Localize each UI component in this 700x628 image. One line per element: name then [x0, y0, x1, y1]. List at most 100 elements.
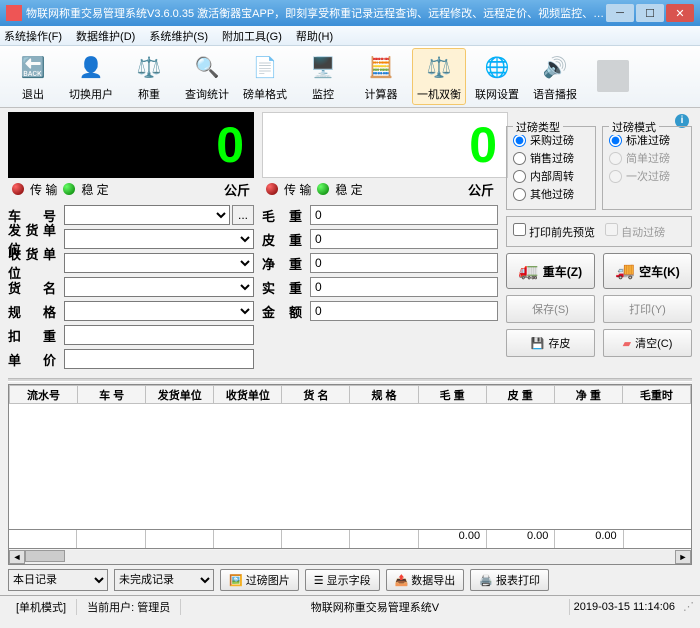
- export-icon: 📤: [395, 574, 409, 587]
- titlebar: 物联网称重交易管理系统V3.6.0.35 激活衡器宝APP，即刻享受称重记录远程…: [0, 0, 700, 26]
- app-icon: [6, 5, 22, 21]
- close-button[interactable]: ✕: [666, 4, 694, 22]
- menu-tools[interactable]: 附加工具(G): [222, 28, 282, 44]
- menu-maintain[interactable]: 系统维护(S): [149, 28, 208, 44]
- scale-icon: ⚖️: [133, 52, 165, 84]
- tb-monitor[interactable]: 🖥️监控: [296, 48, 350, 105]
- transmit-led-2: [266, 183, 278, 195]
- store-tare-button[interactable]: 💾存皮: [506, 329, 595, 357]
- dual-scale-icon: ⚖️: [423, 52, 455, 84]
- transmit-led-1: [12, 183, 24, 195]
- unit-1: 公斤: [224, 180, 250, 199]
- search-icon: 🔍: [191, 52, 223, 84]
- sender-select[interactable]: [64, 229, 254, 249]
- radio-other[interactable]: 其他过磅: [513, 185, 589, 203]
- report-button[interactable]: 🖨️报表打印: [470, 569, 549, 591]
- truck-icon: 🚛: [519, 261, 539, 281]
- radio-sale[interactable]: 销售过磅: [513, 149, 589, 167]
- image-icon: 🖼️: [229, 574, 243, 587]
- monitor-icon: 🖥️: [307, 52, 339, 84]
- minimize-button[interactable]: ─: [606, 4, 634, 22]
- left-panel: 0 传 输 稳 定 公斤 车 号... 发货单位 收货单位 货 名 规 格 扣 …: [8, 112, 254, 372]
- status-grip-icon: ⋰: [679, 600, 694, 613]
- mid-panel: 0 传 输 稳 定 公斤 毛 重0 皮 重0 净 重0 实 重0 金 额0: [262, 112, 498, 372]
- clear-button[interactable]: ▰清空(C): [603, 329, 692, 357]
- radio-once: 一次过磅: [609, 167, 685, 185]
- speaker-icon: 🔊: [539, 52, 571, 84]
- scroll-right-icon[interactable]: ►: [675, 550, 691, 564]
- tb-exit[interactable]: 🔙退出: [6, 48, 60, 105]
- radio-internal[interactable]: 内部周转: [513, 167, 589, 185]
- splitter[interactable]: [8, 378, 692, 382]
- net-value: 0: [310, 253, 498, 273]
- car-more-button[interactable]: ...: [232, 205, 254, 225]
- spec-select[interactable]: [64, 301, 254, 321]
- network-icon: 🌐: [481, 52, 513, 84]
- print-button: 打印(Y): [603, 295, 692, 323]
- heavy-button[interactable]: 🚛重车(Z): [506, 253, 595, 289]
- tb-weigh[interactable]: ⚖️称重: [122, 48, 176, 105]
- truck-empty-icon: 🚚: [615, 261, 635, 281]
- sum-row: 0.000.000.00: [8, 530, 692, 549]
- tb-format[interactable]: 📄磅单格式: [238, 48, 292, 105]
- weight-display-1: 0: [8, 112, 254, 178]
- menubar: 系统操作(F) 数据维护(D) 系统维护(S) 附加工具(G) 帮助(H): [0, 26, 700, 46]
- list-icon: ☰: [314, 574, 324, 587]
- tb-network[interactable]: 🌐联网设置: [470, 48, 524, 105]
- scroll-thumb[interactable]: [25, 550, 65, 562]
- status-sys: 物联网称重交易管理系统V: [181, 599, 569, 615]
- eraser-icon: ▰: [623, 337, 631, 350]
- disk-icon: 💾: [531, 337, 545, 350]
- status-time: 2019-03-15 11:14:06: [570, 601, 679, 613]
- car-select[interactable]: [64, 205, 230, 225]
- scroll-left-icon[interactable]: ◄: [9, 550, 25, 564]
- mode-group: 过磅模式 标准过磅 简单过磅 一次过磅: [602, 126, 692, 210]
- status-filter-select[interactable]: 未完成记录: [114, 569, 214, 591]
- receiver-select[interactable]: [64, 253, 254, 273]
- tb-calc[interactable]: 🧮计算器: [354, 48, 408, 105]
- menu-data[interactable]: 数据维护(D): [76, 28, 135, 44]
- unit-2: 公斤: [468, 180, 494, 199]
- image-button[interactable]: 🖼️过磅图片: [220, 569, 299, 591]
- maximize-button[interactable]: ☐: [636, 4, 664, 22]
- menu-help[interactable]: 帮助(H): [296, 28, 333, 44]
- tare-value: 0: [310, 229, 498, 249]
- window-title: 物联网称重交易管理系统V3.6.0.35 激活衡器宝APP，即刻享受称重记录远程…: [26, 5, 606, 21]
- menu-system[interactable]: 系统操作(F): [4, 28, 62, 44]
- ticket-icon: 📄: [249, 52, 281, 84]
- tb-blank[interactable]: [586, 48, 640, 105]
- stable-led-2: [317, 183, 329, 195]
- chk-auto: 自动过磅: [605, 223, 665, 240]
- date-filter-select[interactable]: 本日记录: [8, 569, 108, 591]
- empty-button[interactable]: 🚚空车(K): [603, 253, 692, 289]
- price-input[interactable]: [64, 349, 254, 369]
- real-value: 0: [310, 277, 498, 297]
- calc-icon: 🧮: [365, 52, 397, 84]
- status-user: 当前用户: 管理员: [77, 599, 181, 615]
- type-group: 过磅类型 采购过磅 销售过磅 内部周转 其他过磅: [506, 126, 596, 210]
- gross-value: 0: [310, 205, 498, 225]
- export-button[interactable]: 📤数据导出: [386, 569, 465, 591]
- tb-dual[interactable]: ⚖️一机双衡: [412, 48, 466, 105]
- blank-icon: [597, 60, 629, 92]
- user-icon: 👤: [75, 52, 107, 84]
- statusbar: [单机模式] 当前用户: 管理员 物联网称重交易管理系统V 2019-03-15…: [0, 595, 700, 617]
- weight-display-2: 0: [262, 112, 508, 178]
- goods-select[interactable]: [64, 277, 254, 297]
- fields-button[interactable]: ☰显示字段: [305, 569, 380, 591]
- exit-icon: 🔙: [17, 52, 49, 84]
- deduct-input[interactable]: [64, 325, 254, 345]
- chk-preview[interactable]: 打印前先预览: [513, 223, 595, 240]
- records-table[interactable]: 流水号车 号发货单位收货单位货 名规 格毛 重皮 重净 重毛重时: [8, 384, 692, 530]
- tb-voice[interactable]: 🔊语音播报: [528, 48, 582, 105]
- tb-query[interactable]: 🔍查询统计: [180, 48, 234, 105]
- bottom-bar: 本日记录 未完成记录 🖼️过磅图片 ☰显示字段 📤数据导出 🖨️报表打印: [0, 565, 700, 595]
- radio-simple: 简单过磅: [609, 149, 685, 167]
- status-mode: [单机模式]: [6, 599, 77, 615]
- table-row[interactable]: [10, 404, 691, 512]
- right-panel: i 过磅类型 采购过磅 销售过磅 内部周转 其他过磅 过磅模式 标准过磅 简单过…: [506, 112, 692, 372]
- stable-led-1: [63, 183, 75, 195]
- tb-switch-user[interactable]: 👤切换用户: [64, 48, 118, 105]
- h-scrollbar[interactable]: ◄ ►: [8, 549, 692, 565]
- amount-value: 0: [310, 301, 498, 321]
